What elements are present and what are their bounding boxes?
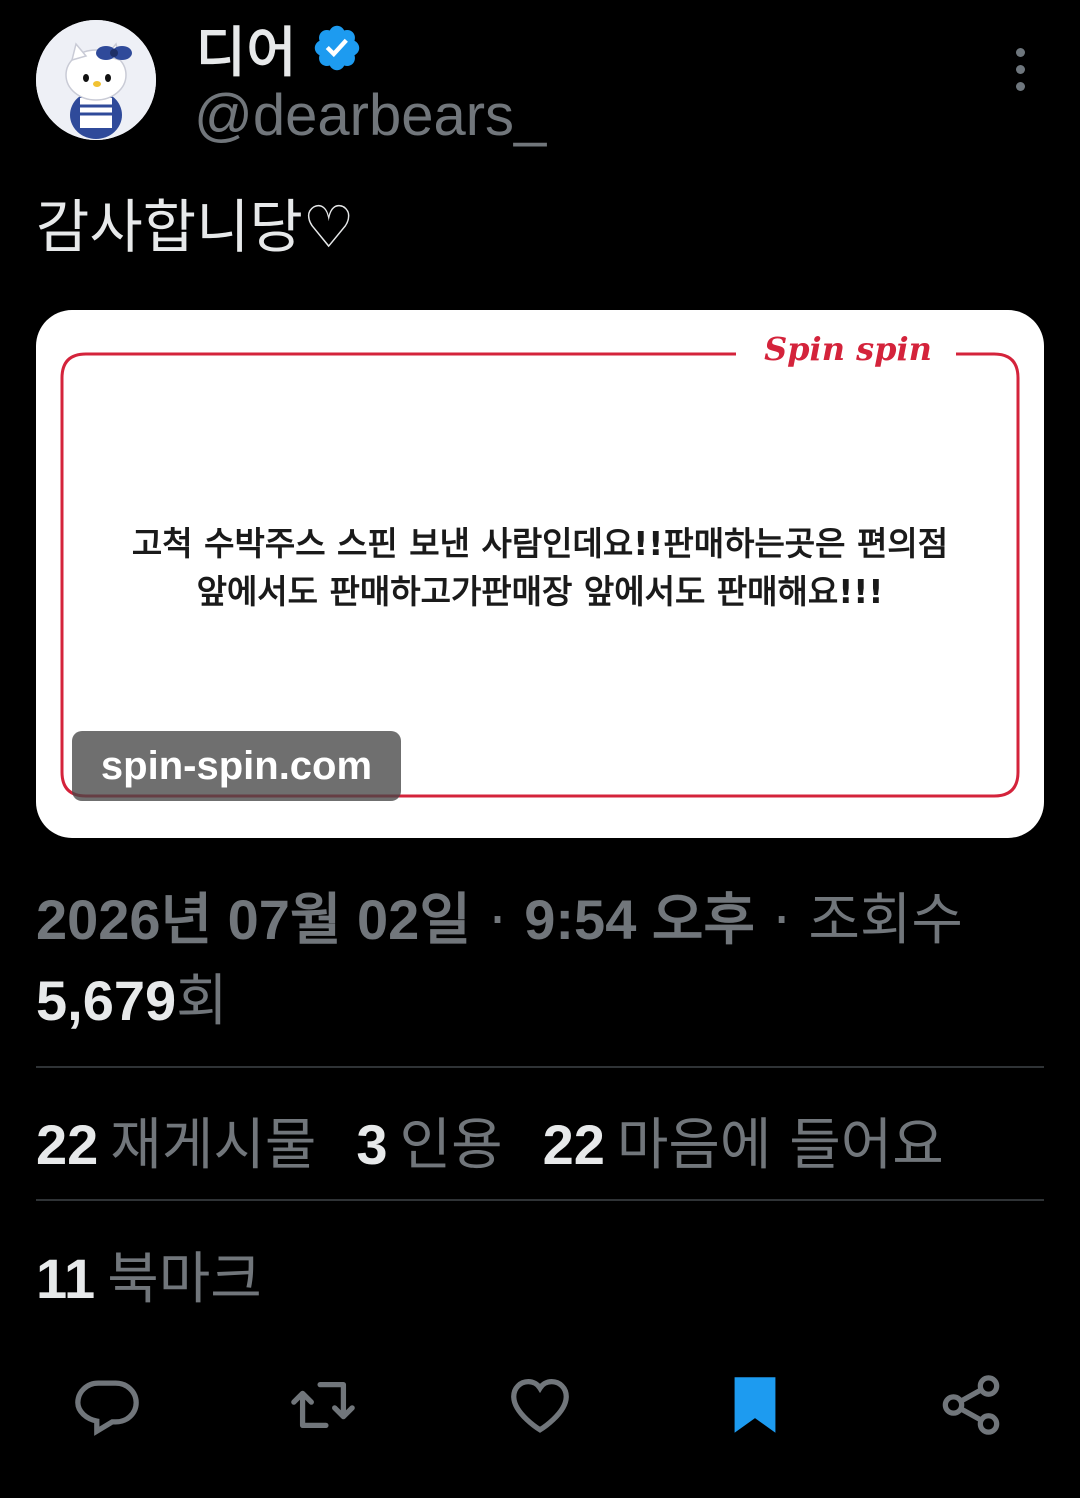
engagement-stats: 22 재게시물 3 인용 22 마음에 들어요 <box>36 1100 984 1181</box>
card-message-line-2: 앞에서도 판매하고가판매장 앞에서도 판매해요!!! <box>196 572 884 611</box>
tweet-time[interactable]: 9:54 오후 <box>524 888 755 951</box>
divider <box>36 1199 1044 1201</box>
tweet-metadata: 2026년 07월 02일 · 9:54 오후 · 조회수 5,679회 <box>36 880 1036 1042</box>
likes-label: 마음에 들어요 <box>616 1113 944 1178</box>
card-brand-logo: Spin spin <box>740 330 956 368</box>
like-icon[interactable] <box>505 1370 575 1440</box>
likes-stat[interactable]: 22 마음에 들어요 <box>543 1100 944 1181</box>
author-display-name-row[interactable]: 디어 <box>196 8 363 87</box>
quotes-stat[interactable]: 3 인용 <box>356 1100 502 1181</box>
quotes-label: 인용 <box>399 1113 503 1178</box>
reposts-count: 22 <box>36 1113 99 1176</box>
quotes-count: 3 <box>356 1113 388 1176</box>
bookmarks-count: 11 <box>36 1247 96 1310</box>
reply-icon[interactable] <box>72 1370 142 1440</box>
meta-separator-2: · <box>754 888 809 953</box>
author-display-name[interactable]: 디어 <box>196 8 297 87</box>
card-message-line-1: 고척 수박주스 스핀 보낸 사람인데요!!판매하는곳은 편의점 <box>131 524 949 563</box>
meta-separator-1: · <box>470 888 525 953</box>
avatar[interactable] <box>36 20 156 140</box>
views-label: 조회수 <box>808 888 963 953</box>
card-message: 고척 수박주스 스핀 보낸 사람인데요!!판매하는곳은 편의점 앞에서도 판매하… <box>60 520 1020 616</box>
reposts-label: 재게시물 <box>110 1113 317 1178</box>
tweet-date[interactable]: 2026년 07월 02일 <box>36 888 471 951</box>
bookmarks-label: 북마크 <box>107 1247 262 1312</box>
verified-badge-icon[interactable] <box>311 22 363 74</box>
views-count: 5,679 <box>36 969 177 1032</box>
views-suffix: 회 <box>176 969 228 1034</box>
author-handle[interactable]: @dearbears_ <box>194 82 546 149</box>
bookmark-icon[interactable] <box>720 1370 790 1440</box>
divider <box>36 1066 1044 1068</box>
share-icon[interactable] <box>936 1370 1006 1440</box>
reposts-stat[interactable]: 22 재게시물 <box>36 1100 316 1181</box>
tweet-text: 감사합니당♡ <box>36 193 355 261</box>
repost-icon[interactable] <box>288 1370 358 1440</box>
hello-kitty-avatar-image <box>36 20 156 140</box>
more-options-icon[interactable] <box>1006 48 1034 92</box>
likes-count: 22 <box>542 1113 605 1176</box>
bookmarks-stat[interactable]: 11 북마크 <box>36 1234 262 1315</box>
action-bar <box>0 1370 1080 1440</box>
card-link-domain[interactable]: spin-spin.com <box>72 731 401 801</box>
